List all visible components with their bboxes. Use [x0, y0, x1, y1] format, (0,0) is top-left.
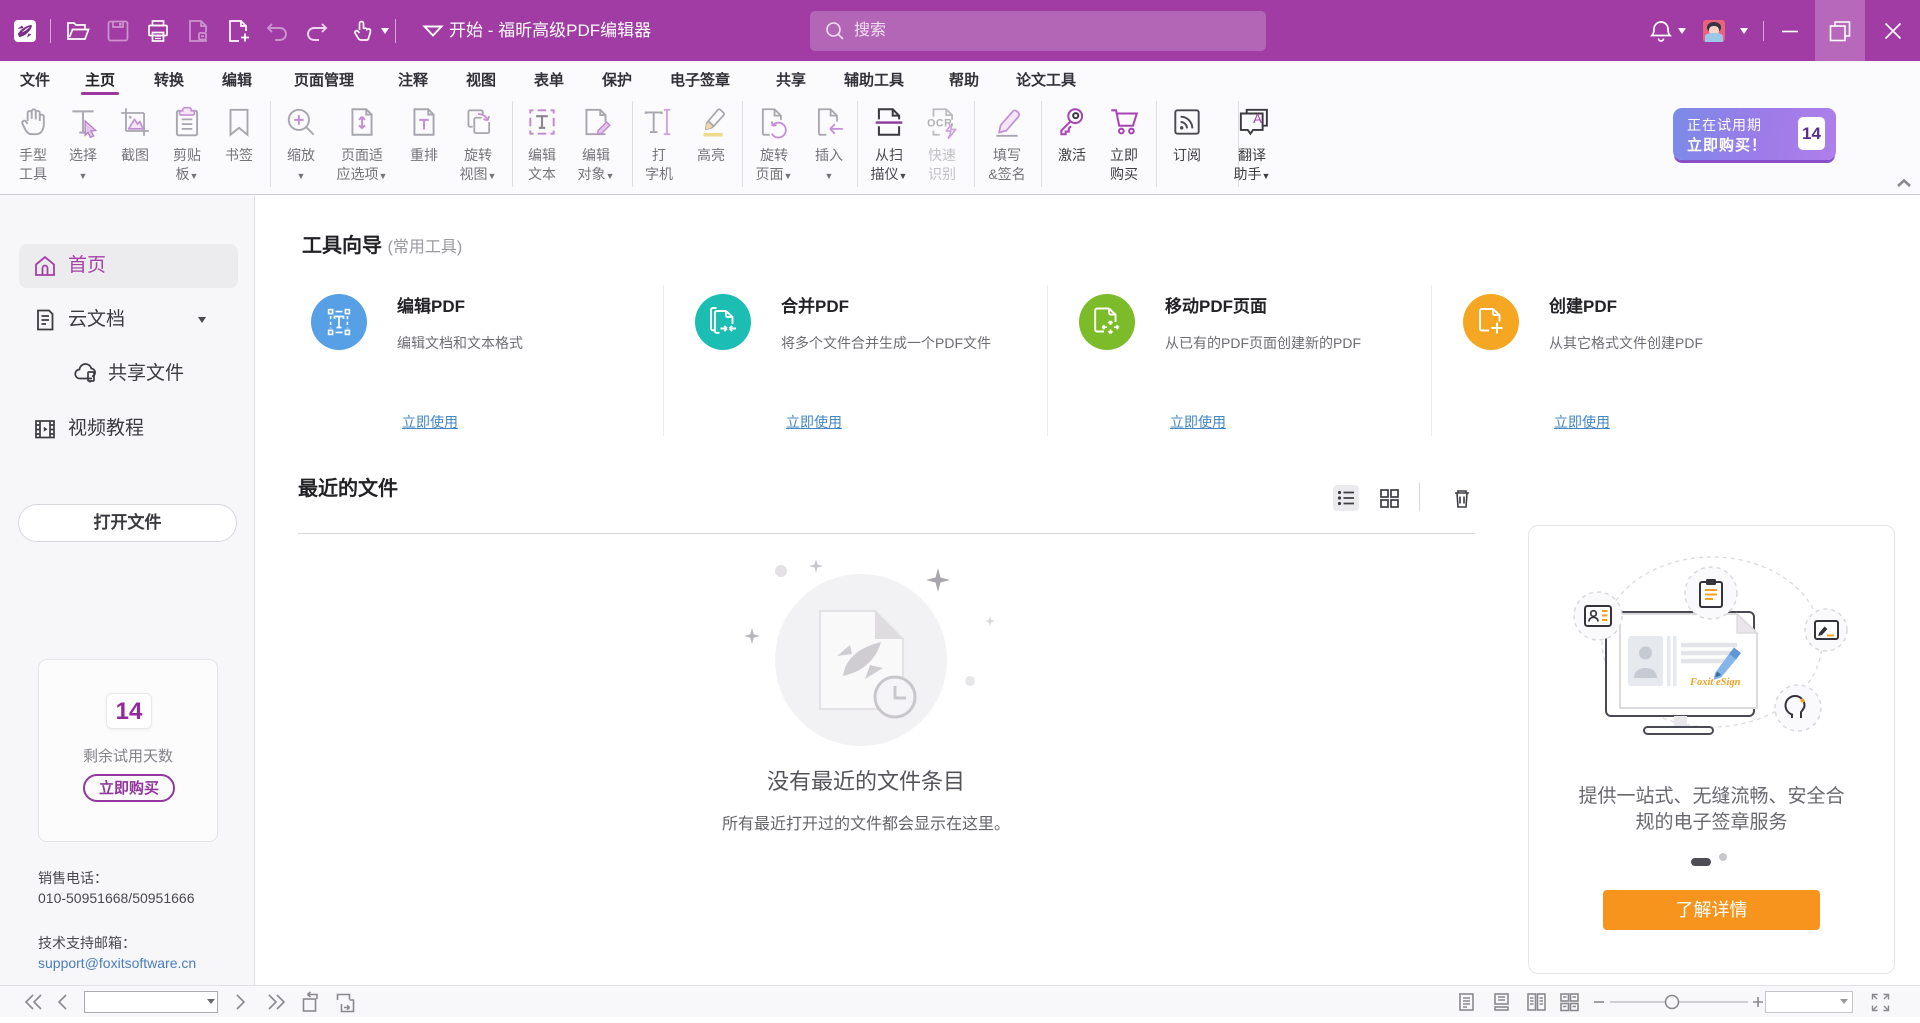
svg-text:A: A [1253, 111, 1262, 126]
svg-text:Foxit eSign: Foxit eSign [1689, 677, 1741, 688]
